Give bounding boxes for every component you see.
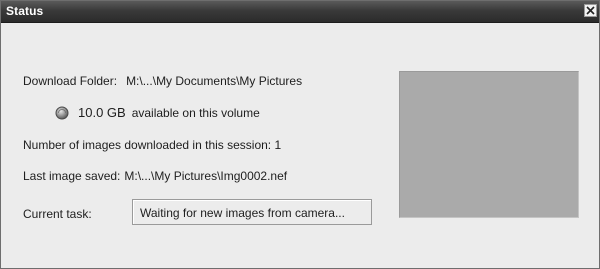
last-image-row: Last image saved: M:\...\My Pictures\Img0… bbox=[23, 169, 287, 183]
close-icon bbox=[586, 6, 595, 15]
disk-icon bbox=[55, 106, 69, 119]
free-space-row: 10.0 GB available on this volume bbox=[55, 105, 260, 120]
images-count-label: Number of images downloaded in this sess… bbox=[23, 138, 272, 152]
current-task-field: Waiting for new images from camera... bbox=[132, 199, 372, 225]
free-space-suffix: available on this volume bbox=[131, 105, 260, 120]
download-folder-path: M:\...\My Documents\My Pictures bbox=[126, 74, 303, 88]
images-count-row: Number of images downloaded in this sess… bbox=[23, 138, 281, 152]
download-folder-row: Download Folder: M:\...\My Documents\My P… bbox=[23, 74, 302, 88]
status-window: Status Download Folder: M:\...\My Documen… bbox=[0, 0, 600, 269]
last-image-label: Last image saved: bbox=[23, 169, 121, 183]
title-bar[interactable]: Status bbox=[1, 1, 599, 23]
free-space-amount: 10.0 GB bbox=[78, 105, 126, 120]
close-button[interactable] bbox=[584, 4, 597, 17]
image-preview bbox=[399, 71, 579, 218]
window-title: Status bbox=[6, 4, 44, 18]
download-folder-label: Download Folder: bbox=[23, 74, 118, 88]
current-task-label: Current task: bbox=[23, 207, 92, 221]
last-image-path: M:\...\My Pictures\Img0002.nef bbox=[124, 169, 288, 183]
images-count-value: 1 bbox=[274, 138, 282, 152]
